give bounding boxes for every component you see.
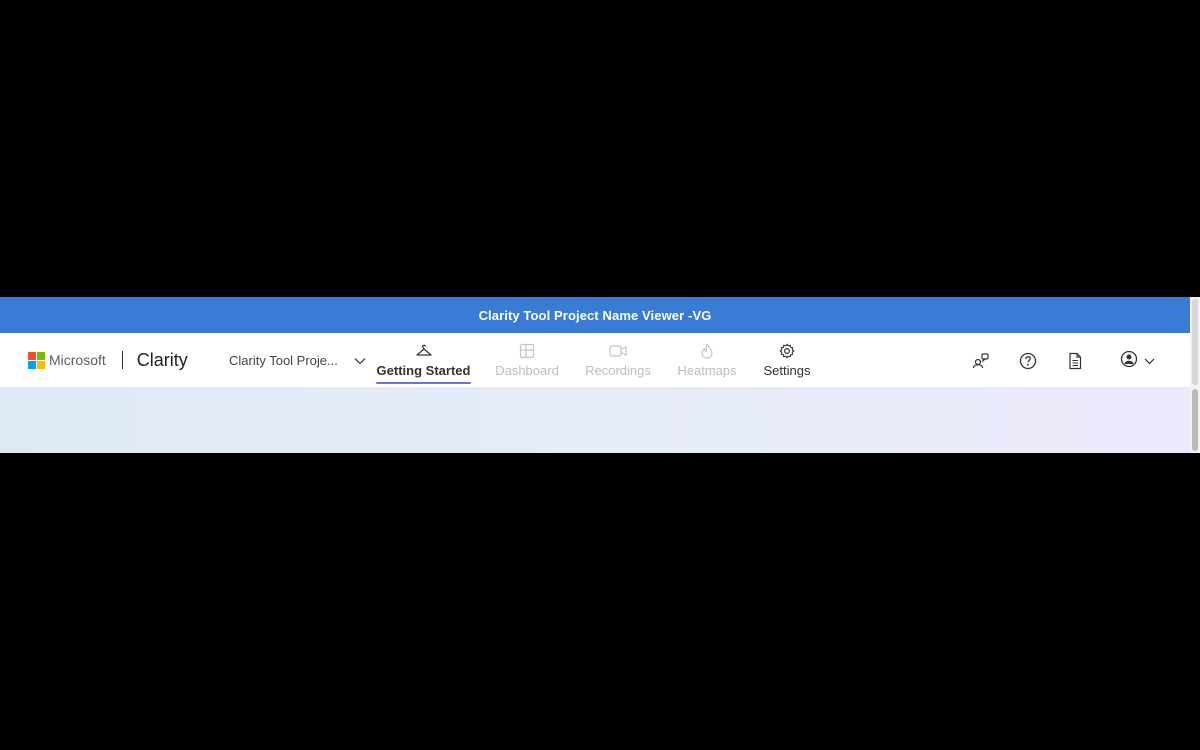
help-icon[interactable] <box>1017 350 1039 372</box>
document-icon[interactable] <box>1064 350 1086 372</box>
account-icon <box>1120 350 1138 373</box>
project-selector[interactable]: Clarity Tool Proje... <box>229 333 366 387</box>
dashboard-icon <box>519 341 535 361</box>
brand-divider <box>121 351 123 369</box>
scrollbar-track-upper <box>1192 299 1198 385</box>
main-content-area <box>0 387 1190 453</box>
banner-title: Clarity Tool Project Name Viewer -VG <box>478 307 712 323</box>
brand[interactable]: Microsoft Clarity <box>28 333 188 387</box>
tab-heatmaps[interactable]: Heatmaps <box>677 341 737 381</box>
top-navigation-bar: Microsoft Clarity Clarity Tool Proje... … <box>0 333 1190 387</box>
project-selector-value: Clarity Tool Proje... <box>229 352 338 368</box>
tab-recordings[interactable]: Recordings <box>585 341 651 381</box>
scrollbar-thumb[interactable] <box>1192 389 1198 451</box>
tab-dashboard[interactable]: Dashboard <box>495 341 559 381</box>
tab-label: Dashboard <box>495 363 559 378</box>
app-window: Clarity Tool Project Name Viewer -VG Mic… <box>0 297 1190 453</box>
tab-getting-started[interactable]: Getting Started <box>376 341 471 384</box>
gear-icon <box>779 341 795 361</box>
video-icon <box>609 341 627 361</box>
tab-label: Settings <box>763 363 811 378</box>
hanger-icon <box>415 341 433 361</box>
company-name: Microsoft <box>49 352 106 368</box>
share-people-icon[interactable] <box>970 350 992 372</box>
tab-settings[interactable]: Settings <box>763 341 811 381</box>
chevron-down-icon <box>1144 352 1155 370</box>
product-name: Clarity <box>136 349 188 370</box>
chevron-down-icon <box>354 353 366 368</box>
tab-label: Recordings <box>585 363 651 378</box>
project-banner: Clarity Tool Project Name Viewer -VG <box>0 297 1190 333</box>
tab-label: Getting Started <box>376 363 471 378</box>
microsoft-logo-icon <box>28 352 45 369</box>
flame-icon <box>700 341 714 361</box>
vertical-scrollbar[interactable] <box>1190 297 1200 453</box>
tab-label: Heatmaps <box>677 363 737 378</box>
account-menu[interactable] <box>1120 350 1160 372</box>
